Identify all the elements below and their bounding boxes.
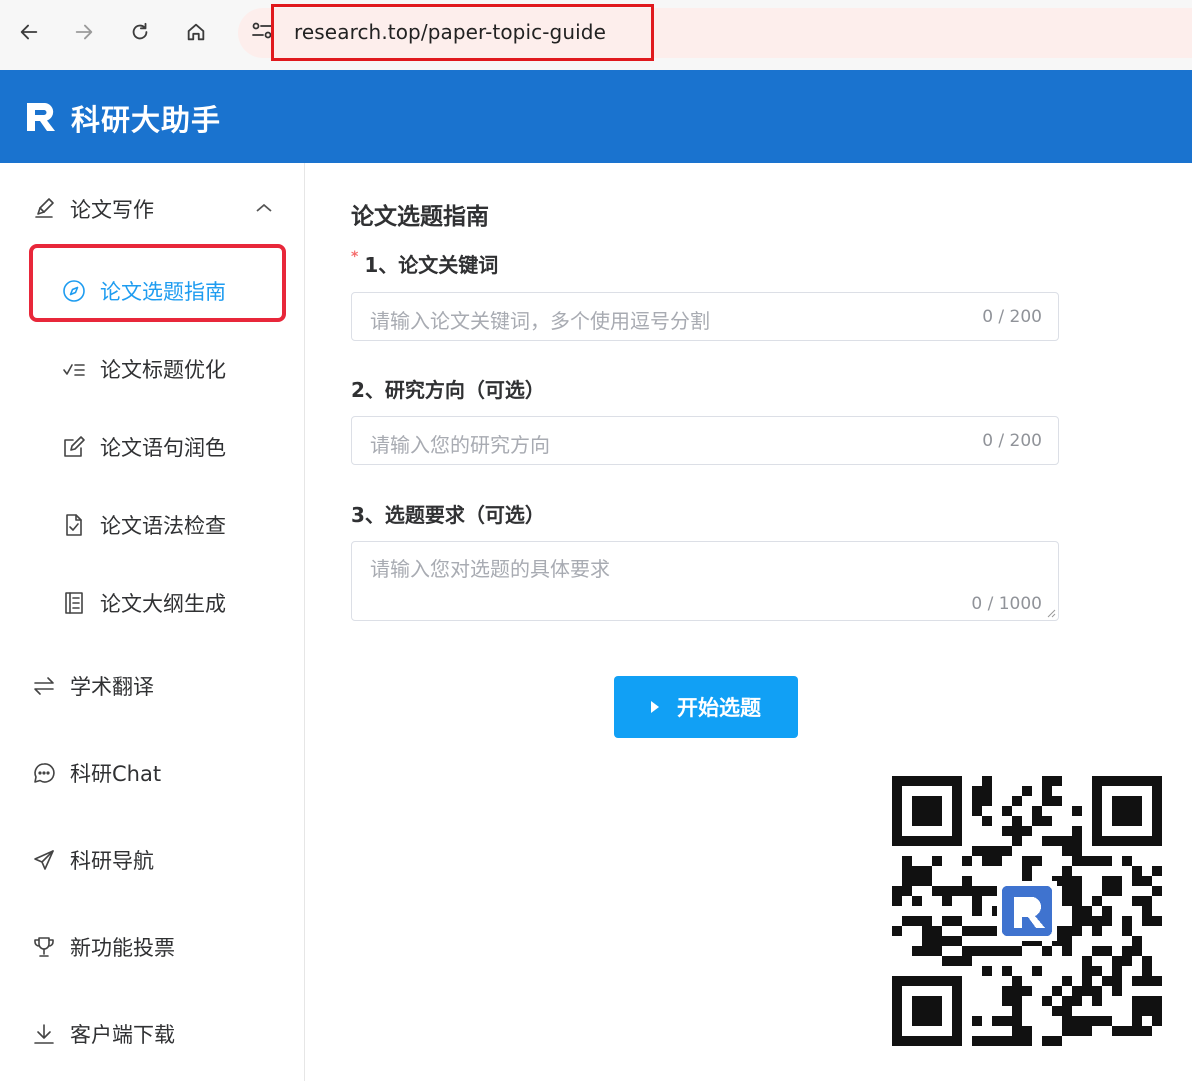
start-topic-button[interactable]: 开始选题 <box>614 676 798 738</box>
keywords-char-count: 0 / 200 <box>982 307 1042 327</box>
resize-grip-icon[interactable] <box>1046 608 1056 618</box>
sidebar-item-label: 论文语句润色 <box>100 436 226 460</box>
sidebar-item-translation[interactable]: 学术翻译 <box>32 671 154 701</box>
compass-icon <box>63 280 85 302</box>
sidebar-item-research-nav[interactable]: 科研导航 <box>32 845 154 875</box>
edit-icon <box>64 436 85 457</box>
sidebar-item-feature-vote[interactable]: 新功能投票 <box>32 932 175 962</box>
keywords-placeholder: 请输入论文关键词，多个使用逗号分割 <box>370 309 710 333</box>
sidebar-item-outline-generate[interactable]: 论文大纲生成 <box>62 588 226 618</box>
sidebar-item-sentence-polish[interactable]: 论文语句润色 <box>62 432 226 462</box>
chat-icon <box>34 763 55 783</box>
navigation-icon <box>34 850 54 870</box>
topic-requirements-placeholder: 请输入您对选题的具体要求 <box>370 557 610 581</box>
sidebar-item-label: 论文标题优化 <box>100 358 226 382</box>
research-direction-placeholder: 请输入您的研究方向 <box>370 433 550 457</box>
logo-icon[interactable] <box>24 100 58 134</box>
outline-icon <box>65 592 83 614</box>
sidebar-item-grammar-check[interactable]: 论文语法检查 <box>62 510 226 540</box>
page-title: 论文选题指南 <box>351 204 489 230</box>
sidebar-item-label: 科研Chat <box>70 762 162 786</box>
keywords-label: * 1、论文关键词 <box>351 249 498 278</box>
sidebar-item-label: 学术翻译 <box>70 675 154 699</box>
start-topic-button-label: 开始选题 <box>677 696 761 720</box>
topic-requirements-label: 3、选题要求（可选） <box>351 503 545 527</box>
topic-requirements-char-count: 0 / 1000 <box>971 594 1042 614</box>
browser-toolbar: research.top/paper-topic-guide <box>0 0 1192 70</box>
sidebar-item-topic-guide[interactable]: 论文选题指南 <box>62 276 226 306</box>
sidebar-group-paper-writing[interactable]: 论文写作 <box>32 194 154 224</box>
brand-title: 科研大助手 <box>71 103 222 137</box>
document-check-icon <box>66 514 82 536</box>
sidebar-item-label: 客户端下载 <box>70 1023 175 1047</box>
forward-arrow-icon[interactable] <box>70 18 98 46</box>
required-star-icon: * <box>351 249 359 265</box>
checklist-icon <box>63 364 85 376</box>
keywords-input[interactable]: 请输入论文关键词，多个使用逗号分割 0 / 200 <box>351 292 1059 341</box>
sidebar-group-label: 论文写作 <box>70 198 154 222</box>
home-icon[interactable] <box>182 18 210 46</box>
sidebar-item-label: 论文语法检查 <box>100 514 226 538</box>
chevron-up-icon[interactable] <box>255 200 273 214</box>
research-direction-input[interactable]: 请输入您的研究方向 0 / 200 <box>351 416 1059 465</box>
back-arrow-icon[interactable] <box>15 18 43 46</box>
reload-icon[interactable] <box>126 18 154 46</box>
sidebar-item-label: 科研导航 <box>70 849 154 873</box>
sidebar-item-label: 论文选题指南 <box>100 280 226 304</box>
translate-icon <box>34 677 54 695</box>
url-highlight-box <box>271 4 654 61</box>
keywords-label-text: 1、论文关键词 <box>364 253 499 277</box>
sidebar-item-title-optimize[interactable]: 论文标题优化 <box>62 354 226 384</box>
sidebar-item-research-chat[interactable]: 科研Chat <box>32 758 161 788</box>
trophy-icon <box>34 937 54 957</box>
sidebar-item-label: 论文大纲生成 <box>100 592 226 616</box>
play-icon <box>651 701 659 713</box>
research-direction-char-count: 0 / 200 <box>982 431 1042 451</box>
qr-code <box>892 776 1162 1046</box>
sidebar-item-label: 新功能投票 <box>70 936 175 960</box>
download-icon <box>34 1024 54 1044</box>
topic-requirements-textarea[interactable]: 请输入您对选题的具体要求 0 / 1000 <box>351 541 1059 621</box>
pen-icon <box>35 198 54 218</box>
research-direction-label: 2、研究方向（可选） <box>351 378 545 402</box>
sidebar-item-client-download[interactable]: 客户端下载 <box>32 1019 175 1049</box>
